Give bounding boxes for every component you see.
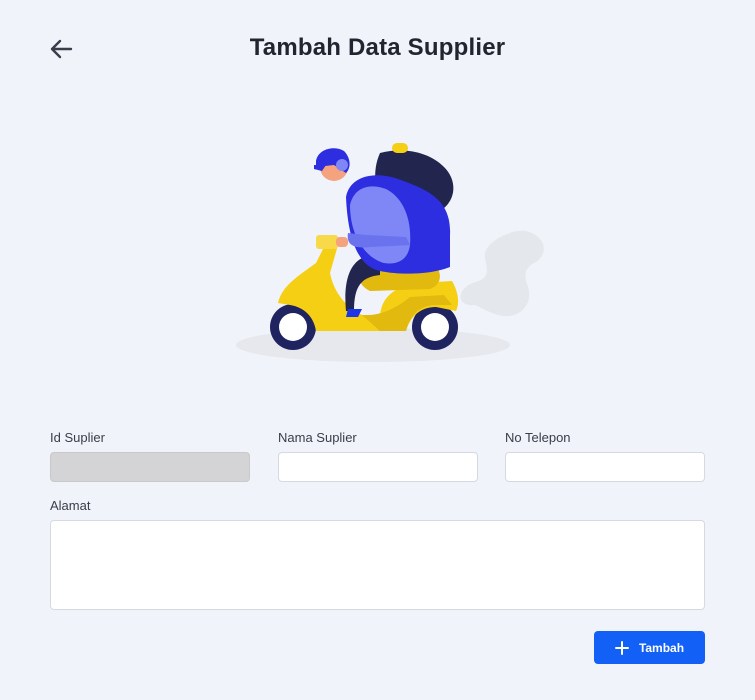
id-suplier-input [50,452,250,482]
nama-suplier-label: Nama Suplier [278,430,357,445]
alamat-textarea[interactable] [50,520,705,610]
id-suplier-label: Id Suplier [50,430,105,445]
no-telepon-input[interactable] [505,452,705,482]
tambah-button-label: Tambah [638,640,685,655]
page-title: Tambah Data Supplier [249,34,506,61]
plus-icon [614,640,629,655]
tambah-button[interactable]: Tambah [594,631,705,664]
no-telepon-label: No Telepon [505,430,571,445]
alamat-label: Alamat [50,498,91,513]
nama-suplier-input[interactable] [278,452,478,482]
scooter-delivery-illustration [230,135,550,370]
